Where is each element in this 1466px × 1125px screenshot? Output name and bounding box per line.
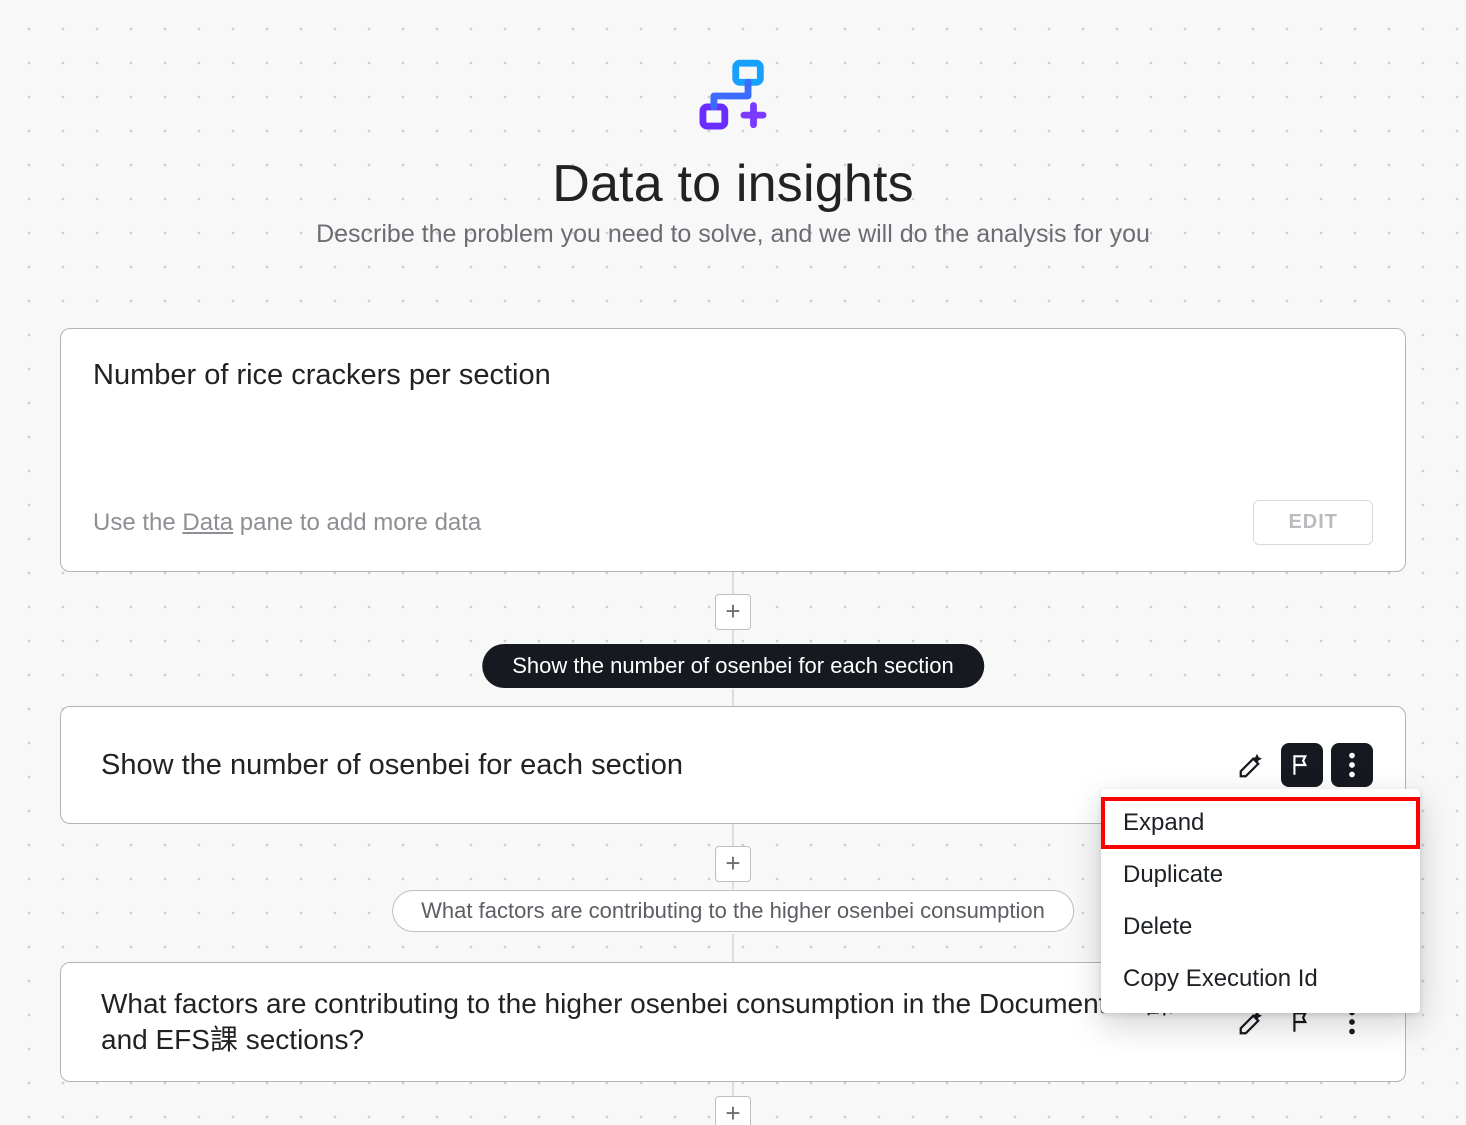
step-actions [1231, 743, 1373, 787]
add-node-button[interactable]: + [715, 846, 751, 882]
flag-icon[interactable] [1281, 743, 1323, 787]
step-title: Show the number of osenbei for each sect… [101, 749, 1231, 782]
insights-header-icon [692, 55, 774, 137]
page-subtitle: Describe the problem you need to solve, … [0, 220, 1466, 249]
step-context-menu: Expand Duplicate Delete Copy Execution I… [1101, 789, 1420, 1013]
connector-line [733, 689, 734, 707]
problem-card[interactable]: Number of rice crackers per section Use … [60, 328, 1406, 572]
connector-line [733, 1082, 734, 1096]
menu-item-expand[interactable]: Expand [1101, 797, 1420, 849]
data-hint: Use the Data pane to add more data [93, 509, 481, 537]
page-header: Data to insights Describe the problem yo… [0, 55, 1466, 249]
menu-item-copy-execution-id[interactable]: Copy Execution Id [1101, 953, 1420, 1005]
step-title: What factors are contributing to the hig… [101, 986, 1231, 1059]
data-pane-link[interactable]: Data [182, 509, 233, 536]
edit-with-ai-icon[interactable] [1231, 743, 1273, 787]
more-menu-icon[interactable] [1331, 743, 1373, 787]
menu-item-delete[interactable]: Delete [1101, 901, 1420, 953]
edit-button[interactable]: EDIT [1253, 500, 1373, 545]
flow-stage[interactable]: Data to insights Describe the problem yo… [0, 0, 1466, 1125]
step-summary-chip[interactable]: Show the number of osenbei for each sect… [482, 644, 984, 688]
page-title: Data to insights [0, 154, 1466, 214]
menu-item-duplicate[interactable]: Duplicate [1101, 849, 1420, 901]
problem-title: Number of rice crackers per section [93, 359, 1373, 392]
connector-line [733, 934, 734, 962]
add-node-button[interactable]: + [715, 1096, 751, 1125]
step-summary-chip[interactable]: What factors are contributing to the hig… [392, 890, 1074, 932]
add-node-button[interactable]: + [715, 594, 751, 630]
